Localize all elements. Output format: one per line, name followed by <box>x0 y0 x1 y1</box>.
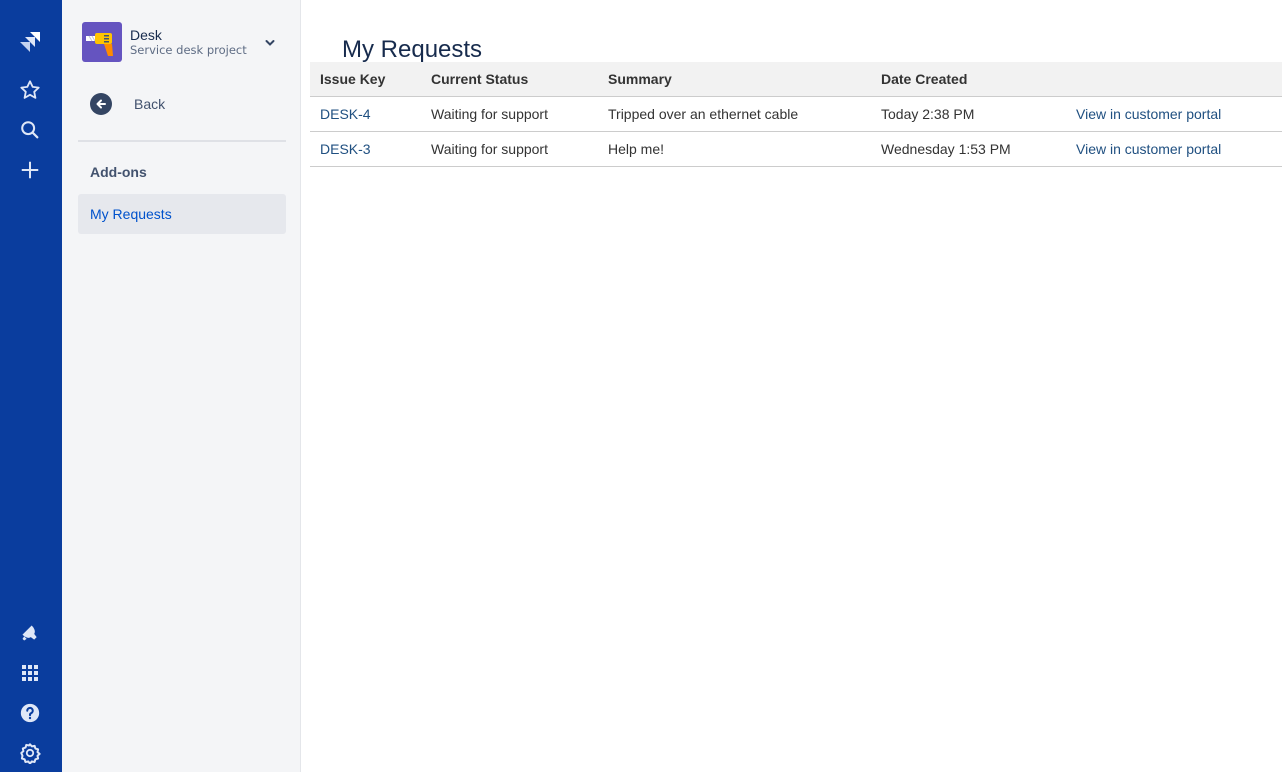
main-content: My Requests Issue Key Current Status Sum… <box>302 0 1287 772</box>
notifications-icon[interactable] <box>18 621 42 645</box>
chevron-down-icon[interactable] <box>264 36 276 54</box>
project-switcher[interactable]: Desk Service desk project <box>82 22 282 62</box>
sidebar-divider <box>78 140 286 142</box>
arrow-left-icon <box>90 93 112 115</box>
drill-icon <box>86 33 113 56</box>
summary-cell: Help me! <box>598 131 871 167</box>
issue-key-link[interactable]: DESK-3 <box>320 141 371 157</box>
status-cell: Waiting for support <box>421 96 598 132</box>
back-label: Back <box>134 96 166 112</box>
table-row: DESK-4 Waiting for support Tripped over … <box>310 96 1282 132</box>
project-avatar <box>82 22 122 62</box>
date-created-cell: Today 2:38 PM <box>871 96 1066 132</box>
table-row: DESK-3 Waiting for support Help me! Wedn… <box>310 131 1282 167</box>
column-header-summary: Summary <box>598 62 871 97</box>
global-nav <box>0 0 62 772</box>
view-in-portal-link[interactable]: View in customer portal <box>1076 106 1221 122</box>
project-name: Desk <box>130 27 162 43</box>
project-sidebar: Desk Service desk project Back Add-ons M… <box>62 0 301 772</box>
app-switcher-icon[interactable] <box>18 661 42 685</box>
help-icon[interactable] <box>18 701 42 725</box>
issue-key-link[interactable]: DESK-4 <box>320 106 371 122</box>
page-title: My Requests <box>342 36 483 63</box>
search-icon[interactable] <box>18 118 42 142</box>
column-header-issue-key: Issue Key <box>310 62 421 97</box>
column-header-current-status: Current Status <box>421 62 598 97</box>
back-button[interactable]: Back <box>90 92 165 116</box>
jira-logo-icon[interactable] <box>18 30 42 54</box>
plus-icon[interactable] <box>18 158 42 182</box>
summary-cell: Tripped over an ethernet cable <box>598 96 871 132</box>
status-cell: Waiting for support <box>421 131 598 167</box>
requests-table: Issue Key Current Status Summary Date Cr… <box>310 62 1282 167</box>
section-title-add-ons: Add-ons <box>90 164 147 180</box>
column-header-date-created: Date Created <box>871 62 1066 97</box>
view-in-portal-link[interactable]: View in customer portal <box>1076 141 1221 157</box>
table-header-row: Issue Key Current Status Summary Date Cr… <box>310 62 1282 97</box>
column-header-actions <box>1066 62 1282 97</box>
sidebar-item-my-requests[interactable]: My Requests <box>78 194 286 234</box>
star-icon[interactable] <box>18 78 42 102</box>
sidebar-item-label: My Requests <box>90 206 172 222</box>
settings-icon[interactable] <box>18 741 42 765</box>
project-type: Service desk project <box>130 43 247 57</box>
date-created-cell: Wednesday 1:53 PM <box>871 131 1066 167</box>
